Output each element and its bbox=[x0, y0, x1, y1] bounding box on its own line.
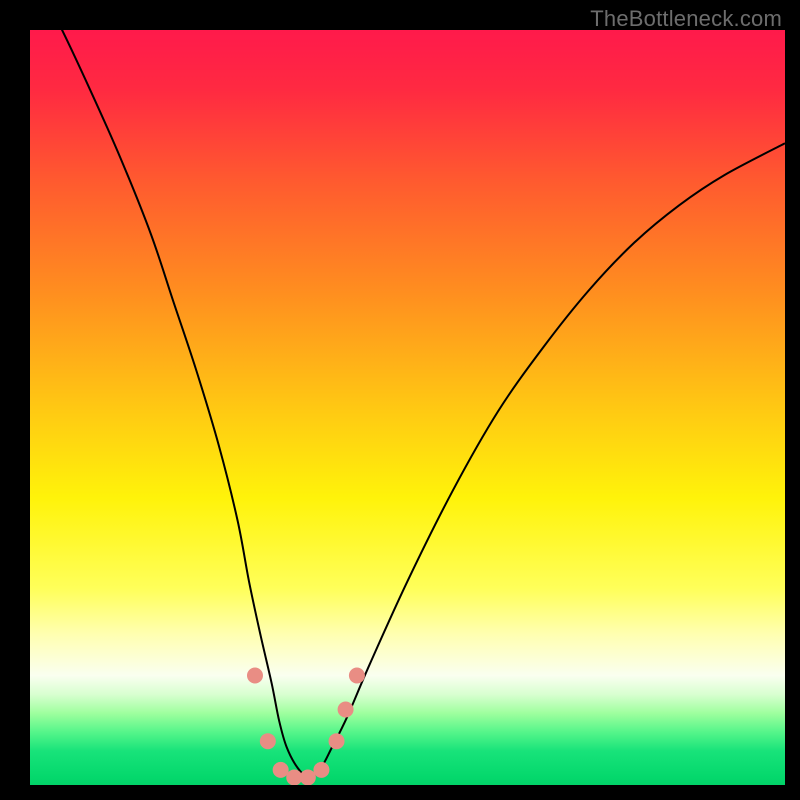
minimum-marker bbox=[338, 702, 354, 718]
minimum-marker bbox=[349, 668, 365, 684]
minimum-marker bbox=[247, 668, 263, 684]
minimum-marker bbox=[313, 762, 329, 778]
gradient-background bbox=[30, 30, 785, 785]
outer-frame: TheBottleneck.com bbox=[0, 0, 800, 800]
chart-svg bbox=[30, 30, 785, 785]
plot-area bbox=[30, 30, 785, 785]
minimum-marker bbox=[300, 769, 316, 785]
minimum-marker bbox=[273, 762, 289, 778]
watermark-text: TheBottleneck.com bbox=[590, 6, 782, 32]
minimum-marker bbox=[260, 733, 276, 749]
minimum-marker bbox=[329, 733, 345, 749]
